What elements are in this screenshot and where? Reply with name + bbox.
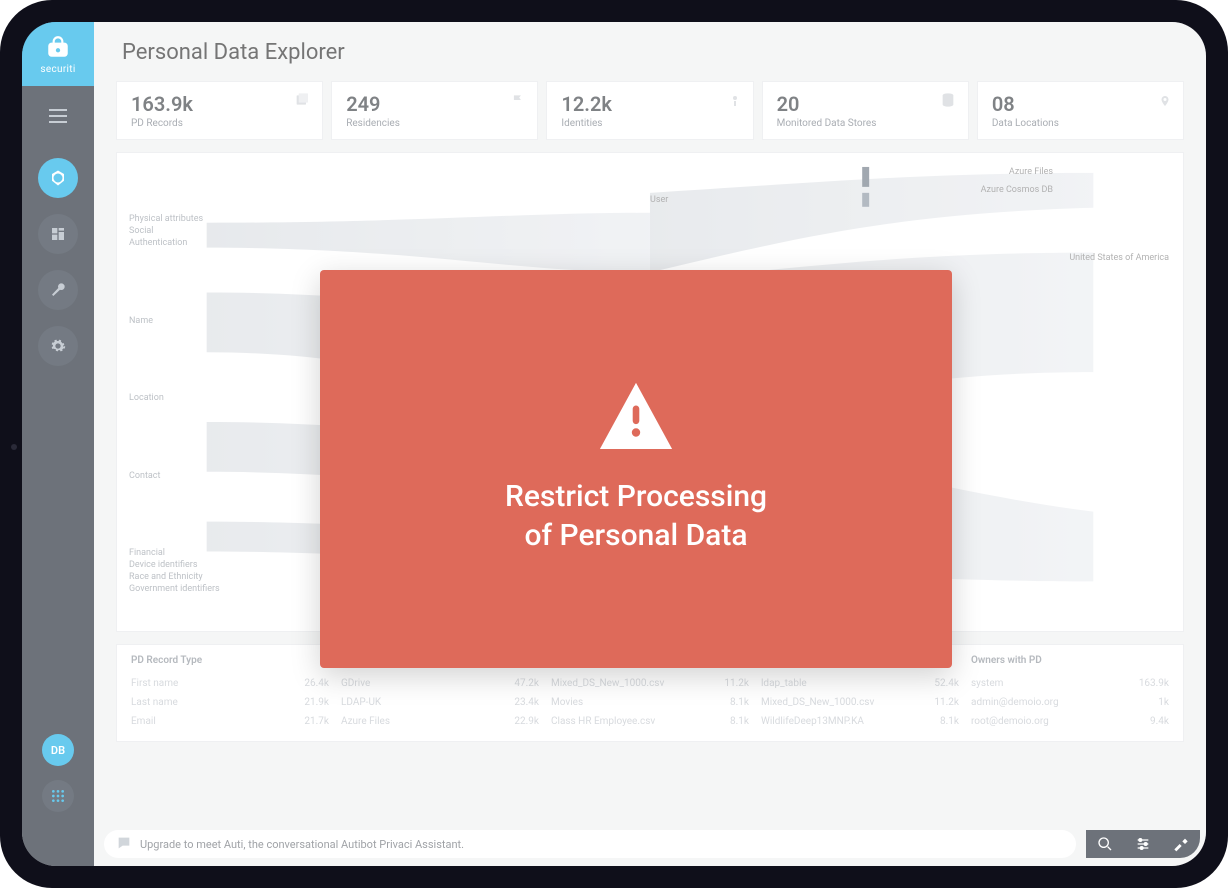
stat-label: Data Locations [992,118,1169,129]
stat-label: Residencies [346,118,523,129]
table-row[interactable]: Mixed_DS_New_1000.csv11.2k [761,693,959,712]
stat-label: PD Records [131,118,308,129]
table-row[interactable]: Mixed_DS_New_1000.csv11.2k [551,674,749,693]
stat-value: 163.9k [131,92,308,116]
stat-residencies[interactable]: 249 Residencies [331,81,538,140]
table-row[interactable]: root@demoio.org9.4k [971,712,1169,731]
brand-logo[interactable]: securiti [22,22,94,86]
assistant-bar[interactable]: Upgrade to meet Auti, the conversational… [104,830,1076,858]
page-title: Personal Data Explorer [94,22,1206,75]
chat-bubble-icon [116,835,132,854]
table-row[interactable]: ldap_table52.4k [761,674,959,693]
user-avatar[interactable]: DB [42,734,74,766]
grid-icon [50,226,66,242]
search-icon [1097,836,1113,852]
database-icon [940,92,956,112]
sliders-icon [1135,836,1151,852]
col-pd-record-type: PD Record Type First name26.4k Last name… [131,655,329,731]
hammer-icon [1173,836,1189,852]
table-row[interactable]: GDrive47.2k [341,674,539,693]
footer-bar: Upgrade to meet Auti, the conversational… [94,828,1206,866]
stat-data-locations[interactable]: 08 Data Locations [977,81,1184,140]
table-row[interactable]: Class HR Employee.csv8.1k [551,712,749,731]
restrict-processing-modal: Restrict Processing of Personal Data [320,270,952,668]
nav-item-dashboard[interactable] [38,214,78,254]
nav-item-tools[interactable] [38,270,78,310]
stat-label: Monitored Data Stores [777,118,954,129]
records-icon [294,92,310,112]
table-row[interactable]: Last name21.9k [131,693,329,712]
stat-value: 12.2k [561,92,738,116]
sankey-left-labels: Physical attributesSocialAuthentication … [129,153,220,631]
app-screen: securiti DB [22,22,1206,866]
home-indicator [11,444,17,450]
table-row[interactable]: Email21.7k [131,712,329,731]
sankey-right-top: Azure Files Azure Cosmos DB [981,167,1053,195]
assistant-text: Upgrade to meet Auti, the conversational… [140,838,464,851]
menu-icon [49,109,67,123]
gear-icon [50,338,66,354]
stat-value: 08 [992,92,1169,116]
grid-dots-icon [50,788,66,804]
sankey-right-labels: United States of America [1069,253,1169,263]
rail-nav [38,158,78,366]
nav-item-discover[interactable] [38,158,78,198]
stat-pd-records[interactable]: 163.9k PD Records [116,81,323,140]
stat-value: 249 [346,92,523,116]
build-button[interactable] [1162,830,1200,858]
modal-message: Restrict Processing of Personal Data [505,477,767,555]
nav-item-settings[interactable] [38,326,78,366]
col-owners: Owners with PD system163.9k admin@demoio… [971,655,1169,731]
table-row[interactable]: LDAP-UK23.4k [341,693,539,712]
app-switcher[interactable] [42,780,74,812]
stats-row: 163.9k PD Records 249 Residencies 12.2k … [116,81,1184,140]
table-row[interactable]: system163.9k [971,674,1169,693]
brand-text: securiti [40,64,75,75]
search-button[interactable] [1086,830,1124,858]
hexagon-icon [49,169,67,187]
brand-mark-icon [45,34,71,60]
stat-label: Identities [561,118,738,129]
identity-icon [729,92,741,114]
table-row[interactable]: admin@demoio.org1k [971,693,1169,712]
stat-data-stores[interactable]: 20 Monitored Data Stores [762,81,969,140]
table-row[interactable]: Movies8.1k [551,693,749,712]
stat-value: 20 [777,92,954,116]
table-row[interactable]: Azure Files22.9k [341,712,539,731]
filters-button[interactable] [1124,830,1162,858]
hamburger-menu[interactable] [42,100,74,132]
warning-icon [599,383,673,449]
flag-icon [511,92,525,112]
left-rail: securiti DB [22,22,94,866]
location-icon [1159,92,1171,114]
table-row[interactable]: WildlifeDeep13MNP.KA8.1k [761,712,959,731]
table-row[interactable]: First name26.4k [131,674,329,693]
footer-actions [1086,830,1200,858]
stat-identities[interactable]: 12.2k Identities [546,81,753,140]
wrench-icon [50,282,66,298]
sankey-mid-label: User [650,195,668,205]
tablet-frame: securiti DB [0,0,1228,888]
